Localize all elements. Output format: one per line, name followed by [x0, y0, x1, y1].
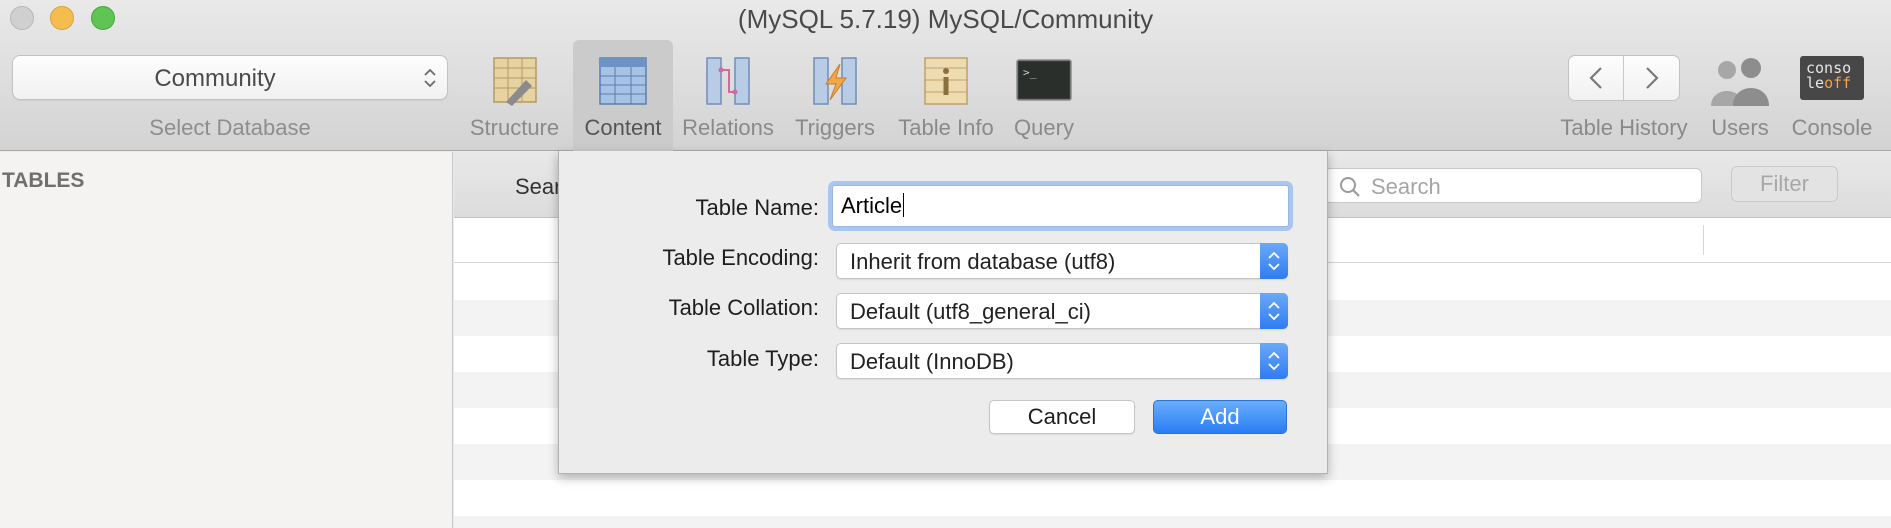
tables-heading: TABLES — [2, 169, 85, 192]
table-history-nav — [1568, 55, 1680, 101]
cancel-button[interactable]: Cancel — [989, 400, 1135, 434]
add-table-sheet: Table Name: Article Table Encoding: Inhe… — [558, 151, 1328, 474]
table-info-tab-label: Table Info — [898, 115, 994, 140]
table-history-label: Table History — [1560, 115, 1688, 140]
table-type-stepper[interactable] — [1260, 343, 1288, 379]
window-title: (MySQL 5.7.19) MySQL/Community — [737, 4, 1154, 34]
table-encoding-select[interactable]: Inherit from database (utf8) — [836, 243, 1288, 279]
chevron-up-down-icon — [1268, 251, 1280, 271]
table-type-value: Default (InnoDB) — [850, 349, 1014, 374]
triggers-tab[interactable]: Triggers — [785, 40, 885, 151]
query-tab-label: Query — [1014, 115, 1074, 140]
console-button[interactable]: conso leoff Console — [1787, 40, 1877, 151]
table-encoding-value: Inherit from database (utf8) — [850, 249, 1116, 274]
console-icon-text-off: off — [1824, 74, 1852, 92]
add-button[interactable]: Add — [1153, 400, 1287, 434]
search-icon — [1340, 177, 1360, 197]
filter-button[interactable]: Filter — [1731, 166, 1838, 202]
table-collation-select[interactable]: Default (utf8_general_ci) — [836, 293, 1288, 329]
chevron-up-down-icon — [424, 68, 436, 88]
query-icon: >_ — [1016, 59, 1072, 101]
svg-text:>_: >_ — [1023, 66, 1037, 79]
table-row[interactable] — [454, 516, 1891, 528]
table-type-select[interactable]: Default (InnoDB) — [836, 343, 1288, 379]
table-encoding-stepper[interactable] — [1260, 243, 1288, 279]
window-toolbar: (MySQL 5.7.19) MySQL/Community Community… — [0, 0, 1891, 151]
table-row[interactable] — [454, 480, 1891, 516]
triggers-icon — [813, 57, 857, 105]
table-collation-value: Default (utf8_general_ci) — [850, 299, 1091, 324]
relations-tab[interactable]: Relations — [678, 40, 778, 151]
chevron-up-down-icon — [1268, 351, 1280, 371]
table-info-icon — [924, 57, 968, 105]
table-name-label: Table Name: — [695, 195, 819, 220]
history-forward-button[interactable] — [1625, 56, 1680, 100]
triggers-tab-label: Triggers — [795, 115, 875, 140]
text-caret — [903, 193, 905, 217]
history-back-button[interactable] — [1569, 56, 1624, 100]
chevron-up-down-icon — [1268, 301, 1280, 321]
database-select-label: Select Database — [149, 115, 311, 140]
users-icon — [1711, 58, 1769, 106]
chevron-right-icon — [1646, 67, 1659, 89]
structure-tab-label: Structure — [469, 115, 560, 140]
table-name-input[interactable]: Article — [832, 185, 1289, 227]
table-type-label: Table Type: — [706, 346, 819, 371]
table-collation-stepper[interactable] — [1260, 293, 1288, 329]
content-tab[interactable]: Content — [573, 40, 673, 151]
users-button[interactable]: Users — [1700, 40, 1780, 151]
query-tab[interactable]: >_ Query — [1004, 40, 1084, 151]
table-info-tab[interactable]: Table Info — [893, 40, 999, 151]
content-icon — [599, 57, 647, 105]
console-label: Console — [1791, 115, 1873, 140]
chevron-left-icon — [1589, 67, 1602, 89]
search-placeholder: Search — [1371, 174, 1441, 199]
content-tab-label: Content — [584, 115, 662, 140]
table-name-value: Article — [841, 193, 903, 218]
table-collation-label: Table Collation: — [668, 295, 819, 320]
relations-icon — [706, 57, 750, 105]
console-icon-text-mid: le — [1806, 74, 1825, 92]
database-select[interactable]: Community — [12, 55, 448, 100]
tables-sidebar: TABLES — [0, 152, 453, 528]
search-input[interactable]: Search — [1324, 168, 1702, 203]
users-label: Users — [1711, 115, 1769, 140]
relations-tab-label: Relations — [682, 115, 774, 140]
column-separator[interactable] — [1703, 225, 1704, 255]
structure-icon — [492, 57, 537, 106]
filter-bar-label: Sear — [515, 174, 562, 199]
database-select-value: Community — [154, 65, 276, 92]
table-encoding-label: Table Encoding: — [662, 245, 819, 270]
structure-tab[interactable]: Structure — [462, 40, 567, 151]
console-icon: conso leoff — [1800, 56, 1864, 100]
